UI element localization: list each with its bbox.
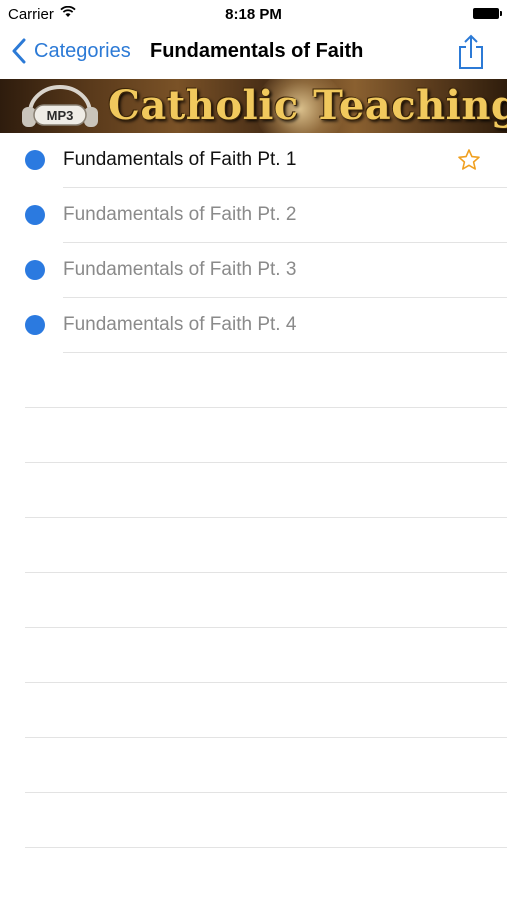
lesson-list: Fundamentals of Faith Pt. 1 Fundamentals… (0, 133, 507, 848)
chevron-left-icon (12, 38, 26, 64)
page-title: Fundamentals of Faith (150, 40, 364, 62)
unplayed-dot (25, 205, 45, 225)
list-item-label: Fundamentals of Faith Pt. 1 (63, 149, 297, 170)
banner-title: Catholic Teaching (108, 82, 507, 129)
empty-row (0, 353, 507, 408)
empty-row (0, 518, 507, 573)
list-item[interactable]: Fundamentals of Faith Pt. 1 (0, 133, 507, 188)
list-item[interactable]: Fundamentals of Faith Pt. 4 (0, 298, 507, 353)
empty-row (0, 573, 507, 628)
list-item-label: Fundamentals of Faith Pt. 2 (63, 204, 297, 225)
list-item[interactable]: Fundamentals of Faith Pt. 3 (0, 243, 507, 298)
empty-row (0, 628, 507, 683)
list-item[interactable]: Fundamentals of Faith Pt. 2 (0, 188, 507, 243)
mp3-badge: MP3 (47, 108, 74, 123)
catholic-teaching-banner: MP3 Catholic Teaching (0, 79, 507, 133)
empty-row (0, 408, 507, 463)
empty-row (0, 683, 507, 738)
unplayed-dot (25, 315, 45, 335)
back-label: Categories (34, 39, 131, 62)
back-button[interactable]: Categories (10, 38, 131, 64)
unplayed-dot (25, 150, 45, 170)
list-item-label: Fundamentals of Faith Pt. 3 (63, 259, 297, 280)
navigation-bar: Categories Fundamentals of Faith (0, 26, 507, 78)
unplayed-dot (25, 260, 45, 280)
status-time: 8:18 PM (225, 6, 282, 23)
headphones-icon: MP3 (22, 85, 98, 127)
battery-icon (473, 8, 502, 19)
empty-row (0, 738, 507, 793)
empty-row (0, 793, 507, 848)
star-outline-icon[interactable] (457, 148, 481, 172)
list-item-label: Fundamentals of Faith Pt. 4 (63, 314, 297, 335)
empty-row (0, 463, 507, 518)
share-icon[interactable] (457, 34, 485, 70)
status-bar: Carrier 8:18 PM (0, 0, 507, 26)
divider (25, 847, 507, 848)
